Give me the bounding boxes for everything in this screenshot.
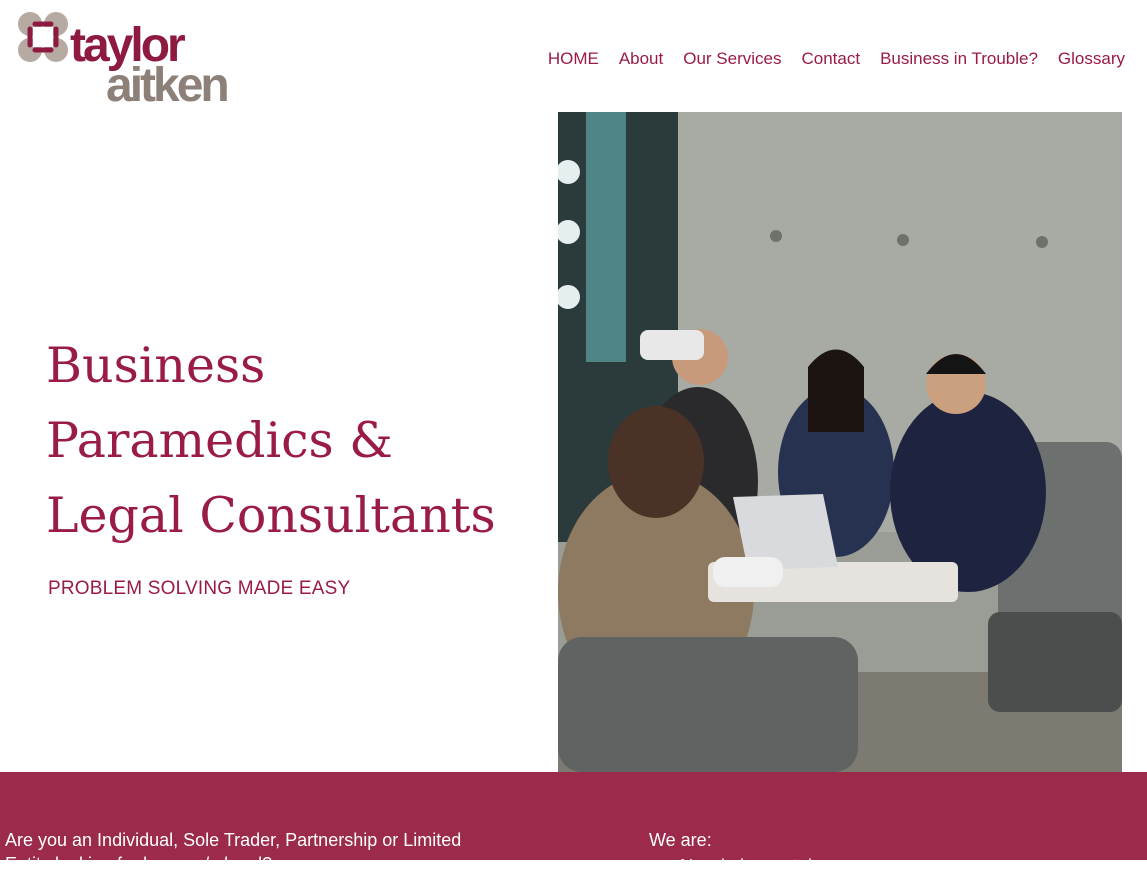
intro-band: Are you an Individual, Sole Trader, Part… [0, 772, 1147, 876]
nav-item-contact[interactable]: Contact [802, 48, 861, 70]
hero-subtitle: PROBLEM SOLVING MADE EASY [48, 578, 351, 599]
hero-title: Business Paramedics & Legal Consultants [46, 328, 536, 553]
hero-title-line: Paramedics & [46, 412, 393, 469]
nav-item-our-services[interactable]: Our Services [683, 48, 781, 70]
team-meeting-image [558, 112, 1122, 772]
logo-mark-icon [18, 12, 68, 62]
nav-item-home[interactable]: HOME [548, 48, 599, 70]
hero-title-line: Business [46, 337, 266, 394]
we-are-list: No win leam stake [660, 854, 827, 878]
nav-item-glossary[interactable]: Glossary [1058, 48, 1125, 70]
nav-item-about[interactable]: About [619, 48, 663, 70]
intro-question: Are you an Individual, Sole Trader, Part… [5, 830, 462, 874]
list-item: No win leam stake [680, 854, 827, 878]
logo-text-aitken: aitken [106, 59, 230, 112]
hero-photo [558, 112, 1122, 772]
logo[interactable]: taylor aitken [16, 10, 238, 110]
hero-title-line: Legal Consultants [46, 487, 496, 544]
nav-item-business-in-trouble[interactable]: Business in Trouble? [880, 48, 1038, 70]
main-nav: HOME About Our Services Contact Business… [548, 48, 1125, 70]
we-are-label: We are: [649, 830, 712, 850]
